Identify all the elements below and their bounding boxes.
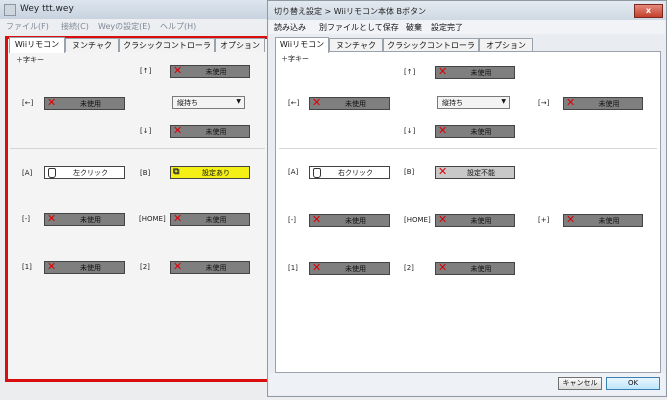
menu-connect[interactable]: 接続(C) <box>61 21 89 32</box>
divider <box>279 148 657 149</box>
field-right-label: [→] <box>538 99 550 107</box>
chevron-down-icon: ▼ <box>236 98 241 105</box>
menu-done[interactable]: 設定完了 <box>431 22 463 33</box>
unset-icon: ✕ <box>173 64 183 77</box>
field-right-button[interactable]: ✕ 未使用 <box>563 97 643 110</box>
unset-icon: ✕ <box>438 124 448 137</box>
unset-icon: ✕ <box>173 124 183 137</box>
dialog-title: 切り替え設定 > Wiiリモコン本体 Bボタン <box>274 7 426 16</box>
unset-icon: ✕ <box>312 213 322 226</box>
field-1-button[interactable]: ✕ 未使用 <box>309 262 390 275</box>
field-a-button[interactable]: 左クリック <box>44 166 125 179</box>
field-up-label: [↑] <box>404 68 416 76</box>
field-down-label: [↓] <box>404 127 416 135</box>
mouse-icon <box>48 168 56 178</box>
field-2-button[interactable]: ✕ 未使用 <box>170 261 250 274</box>
field-up-label: [↑] <box>140 67 152 75</box>
field-b-button: ✕ 設定不能 <box>435 166 515 179</box>
tab-classic-controller[interactable]: クラシックコントローラ <box>383 38 479 52</box>
dialog-title-bar: 切り替え設定 > Wiiリモコン本体 Bボタン x <box>268 1 666 20</box>
field-home-label: [HOME] <box>404 216 431 224</box>
field-b-button[interactable]: ⧉ 設定あり <box>170 166 250 179</box>
field-left-button[interactable]: ✕ 未使用 <box>44 97 125 110</box>
field-b-label: [B] <box>404 168 415 176</box>
unset-icon: ✕ <box>173 260 183 273</box>
unset-icon: ✕ <box>438 213 448 226</box>
unset-icon: ✕ <box>312 261 322 274</box>
field-a-label: [A] <box>22 169 33 177</box>
tab-nunchuk[interactable]: ヌンチャク <box>329 38 383 52</box>
tab-classic-controller[interactable]: クラシックコントローラ <box>119 38 215 52</box>
field-left-label: [←] <box>288 99 300 107</box>
unset-icon: ✕ <box>566 96 576 109</box>
cancel-button[interactable]: キャンセル <box>558 377 602 390</box>
field-1-label: [1] <box>288 264 298 272</box>
field-a-label: [A] <box>288 168 299 176</box>
field-1-button[interactable]: ✕ 未使用 <box>44 261 125 274</box>
ok-button[interactable]: OK <box>606 377 660 390</box>
section-dpad-label: ＋字キー <box>281 55 309 63</box>
dialog-menu-bar: 読み込み 別ファイルとして保存 破棄 設定完了 <box>269 20 665 34</box>
tab-wii-remote[interactable]: Wiiリモコン <box>9 37 65 53</box>
field-left-button[interactable]: ✕ 未使用 <box>309 97 390 110</box>
field-home-button[interactable]: ✕ 未使用 <box>435 214 515 227</box>
field-down-button[interactable]: ✕ 未使用 <box>435 125 515 138</box>
field-minus-label: [-] <box>288 216 296 224</box>
unset-icon: ✕ <box>438 165 448 178</box>
field-a-button[interactable]: 右クリック <box>309 166 390 179</box>
field-2-button[interactable]: ✕ 未使用 <box>435 262 515 275</box>
main-window-title: Wey ttt.wey <box>20 4 74 14</box>
menu-load[interactable]: 読み込み <box>274 22 306 33</box>
field-home-button[interactable]: ✕ 未使用 <box>170 213 250 226</box>
field-minus-button[interactable]: ✕ 未使用 <box>309 214 390 227</box>
field-down-label: [↓] <box>140 127 152 135</box>
dialog-panel: ＋字キー [↑] ✕ 未使用 [←] ✕ 未使用 縦持ち ▼ [→] ✕ 未使用 [↓]… <box>275 51 661 373</box>
field-b-label: [B] <box>140 169 151 177</box>
field-2-label: [2] <box>404 264 414 272</box>
app-icon <box>4 4 16 16</box>
unset-icon: ✕ <box>438 261 448 274</box>
field-home-label: [HOME] <box>139 215 166 223</box>
tab-wii-remote[interactable]: Wiiリモコン <box>275 37 329 53</box>
field-left-label: [←] <box>22 99 34 107</box>
section-dpad-label: ＋字キー <box>16 56 44 64</box>
menu-discard[interactable]: 破棄 <box>406 22 422 33</box>
chevron-down-icon: ▼ <box>501 98 506 105</box>
unset-icon: ✕ <box>438 65 448 78</box>
switch-icon: ⧉ <box>173 167 180 177</box>
tab-options[interactable]: オプション <box>215 38 265 52</box>
close-icon[interactable]: x <box>634 4 663 18</box>
field-up-button[interactable]: ✕ 未使用 <box>435 66 515 79</box>
menu-save-as[interactable]: 別ファイルとして保存 <box>319 22 399 33</box>
switch-settings-dialog: 切り替え設定 > Wiiリモコン本体 Bボタン x 読み込み 別ファイルとして保… <box>267 0 667 397</box>
menu-file[interactable]: ファイル(F) <box>6 21 49 32</box>
dialog-button-bar: キャンセル OK <box>269 373 665 395</box>
unset-icon: ✕ <box>47 96 57 109</box>
divider <box>10 148 265 149</box>
unset-icon: ✕ <box>312 96 322 109</box>
orientation-select[interactable]: 縦持ち ▼ <box>437 96 510 109</box>
field-plus-label: [+] <box>538 216 550 224</box>
tab-nunchuk[interactable]: ヌンチャク <box>65 38 119 52</box>
unset-icon: ✕ <box>173 212 183 225</box>
unset-icon: ✕ <box>47 212 57 225</box>
menu-wey-settings[interactable]: Weyの設定(E) <box>98 21 150 32</box>
tab-options[interactable]: オプション <box>479 38 533 52</box>
menu-help[interactable]: ヘルプ(H) <box>160 21 196 32</box>
field-minus-label: [-] <box>22 215 30 223</box>
field-minus-button[interactable]: ✕ 未使用 <box>44 213 125 226</box>
unset-icon: ✕ <box>47 260 57 273</box>
field-2-label: [2] <box>140 263 150 271</box>
field-up-button[interactable]: ✕ 未使用 <box>170 65 250 78</box>
unset-icon: ✕ <box>566 213 576 226</box>
field-plus-button[interactable]: ✕ 未使用 <box>563 214 643 227</box>
highlight-frame <box>5 36 273 382</box>
field-1-label: [1] <box>22 263 32 271</box>
field-down-button[interactable]: ✕ 未使用 <box>170 125 250 138</box>
orientation-select[interactable]: 縦持ち ▼ <box>172 96 245 109</box>
mouse-icon <box>313 168 321 178</box>
